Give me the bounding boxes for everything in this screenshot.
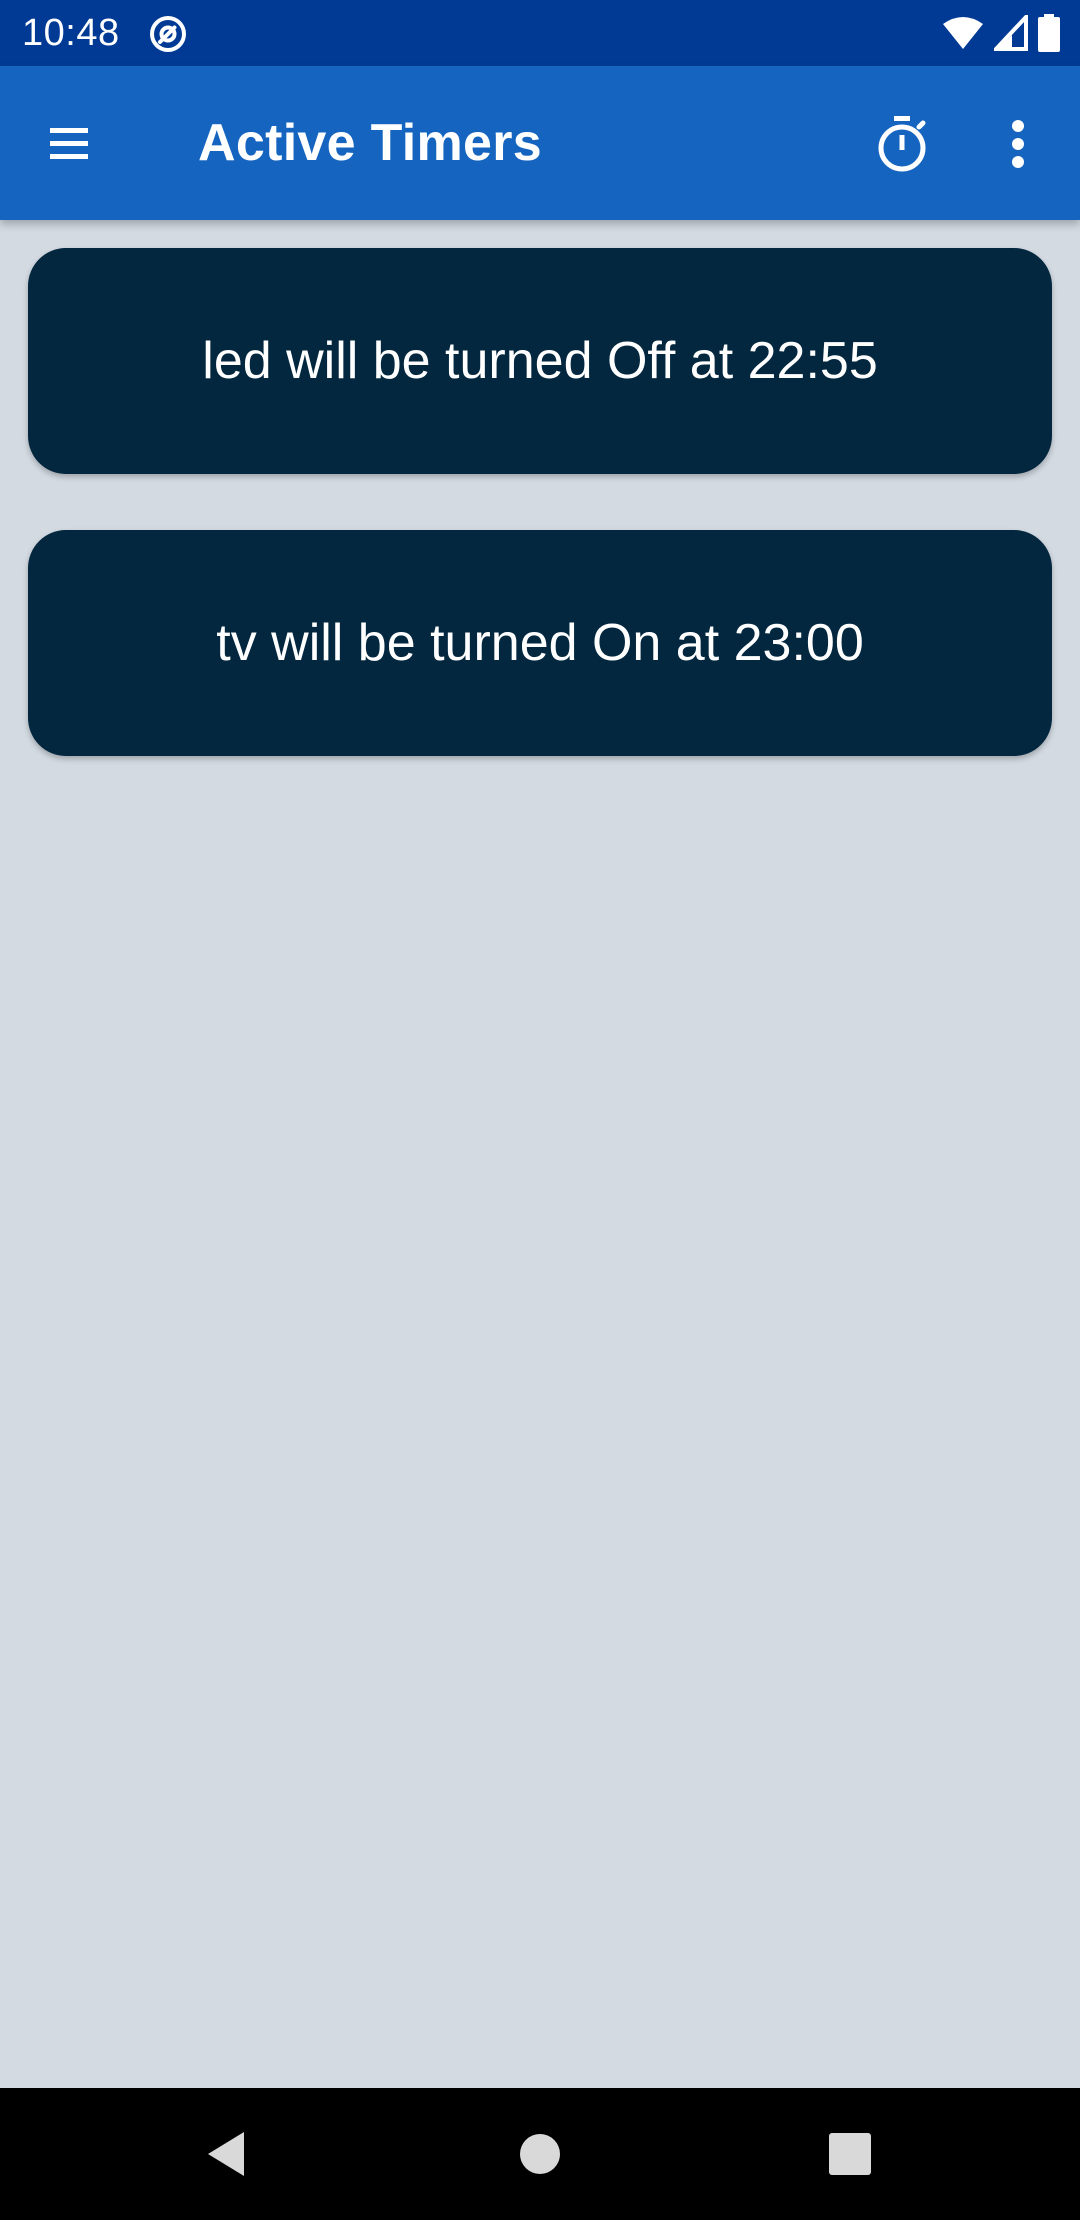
recents-icon [829, 2133, 871, 2175]
page-title: Active Timers [198, 114, 543, 172]
back-button[interactable] [186, 2114, 266, 2194]
status-bar: 10:48 [0, 0, 1080, 66]
signal-icon [994, 15, 1028, 51]
status-time: 10:48 [22, 12, 120, 54]
timer-text: tv will be turned On at 23:00 [216, 614, 864, 672]
timer-list: led will be turned Off at 22:55 tv will … [28, 248, 1052, 812]
timer-text: led will be turned Off at 22:55 [202, 332, 878, 390]
wifi-icon [943, 17, 983, 49]
home-button[interactable] [500, 2114, 580, 2194]
notification-at-icon [150, 16, 186, 52]
system-nav-bar [0, 2088, 1080, 2220]
recents-button[interactable] [810, 2114, 890, 2194]
hamburger-menu-icon[interactable] [37, 111, 101, 175]
app-bar: Active Timers [0, 66, 1080, 220]
stopwatch-icon[interactable] [868, 110, 936, 178]
back-icon [208, 2132, 244, 2176]
timer-card-tv[interactable]: tv will be turned On at 23:00 [28, 530, 1052, 756]
more-vert-icon[interactable] [988, 110, 1048, 178]
battery-icon [1038, 14, 1060, 52]
timer-card-led[interactable]: led will be turned Off at 22:55 [28, 248, 1052, 474]
home-icon [520, 2134, 560, 2174]
status-icons [942, 12, 1060, 54]
